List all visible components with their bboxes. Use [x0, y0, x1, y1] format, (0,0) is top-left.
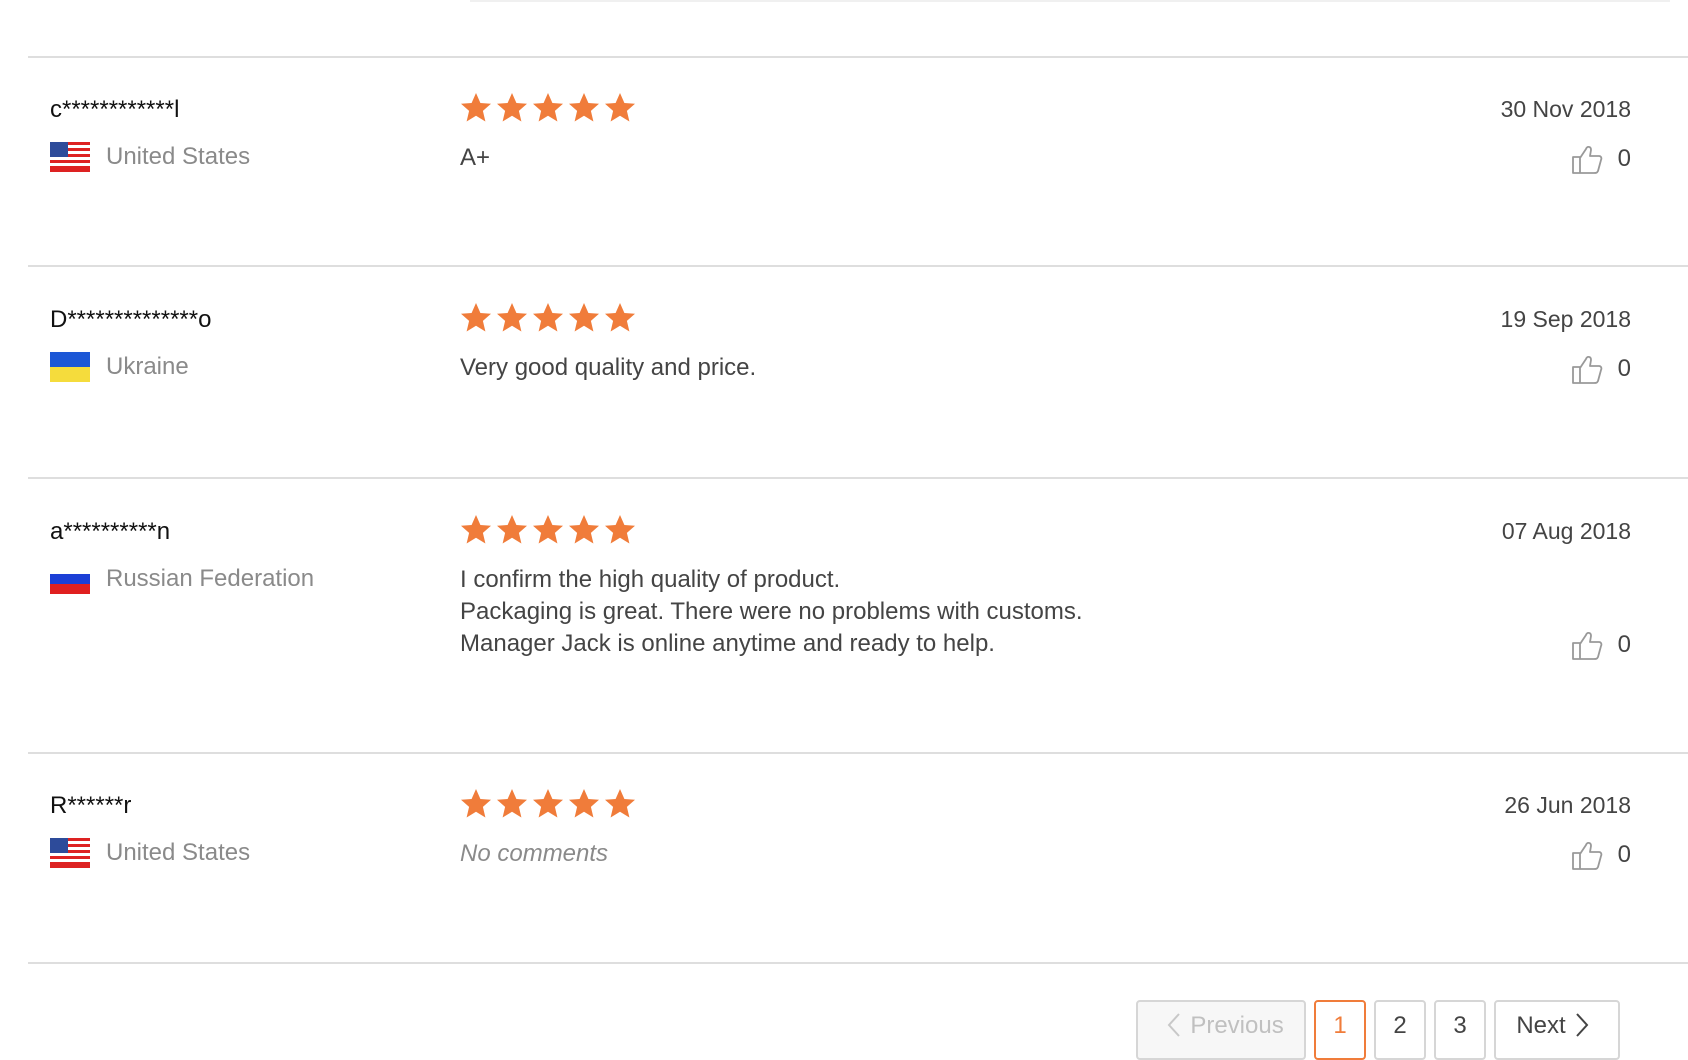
like-button[interactable]: 0 — [1570, 838, 1631, 872]
country-name: United States — [106, 839, 251, 866]
star-rating — [458, 300, 638, 336]
star-icon — [497, 93, 527, 122]
us-flag-icon — [50, 142, 90, 172]
country-name: Ukraine — [106, 353, 189, 380]
pagination: Previous 1 2 3 Next — [1136, 1000, 1628, 1060]
comment-line: No comments — [460, 840, 609, 867]
reviewer-name: a**********n — [50, 518, 171, 545]
country-name: United States — [106, 143, 251, 170]
thumbs-up-icon[interactable] — [1570, 838, 1604, 872]
ukraine-flag-icon — [50, 352, 90, 382]
comment-line: A+ — [460, 144, 491, 171]
next-label: Next — [1516, 1012, 1566, 1039]
review-date: 07 Aug 2018 — [1501, 518, 1631, 544]
thumbs-up-icon[interactable] — [1570, 628, 1604, 662]
like-count: 0 — [1617, 631, 1631, 658]
star-icon — [533, 93, 563, 122]
country-name: Russian Federation — [106, 565, 315, 592]
chevron-right-icon — [1575, 1013, 1589, 1037]
like-count: 0 — [1617, 841, 1631, 868]
like-button[interactable]: 0 — [1570, 352, 1631, 386]
like-button[interactable]: 0 — [1570, 628, 1631, 662]
divider — [28, 752, 1688, 754]
review-comment: I confirm the high quality of product. P… — [460, 564, 1083, 660]
page-1-button[interactable]: 1 — [1314, 1000, 1366, 1060]
like-button[interactable]: 0 — [1570, 142, 1631, 176]
divider — [28, 265, 1688, 267]
reviewer-name: R******r — [50, 792, 132, 819]
reviewer-name: D**************o — [50, 306, 212, 333]
comment-line: Very good quality and price. — [460, 354, 757, 381]
star-icon — [605, 789, 635, 818]
star-icon — [533, 515, 563, 544]
thumbs-up-icon[interactable] — [1570, 352, 1604, 386]
us-flag-icon — [50, 838, 90, 868]
comment-line: Packaging is great. There were no proble… — [460, 598, 1083, 625]
review-comment: A+ — [460, 142, 490, 174]
star-icon — [605, 303, 635, 332]
comment-line: I confirm the high quality of product. — [460, 566, 841, 593]
top-edge-line — [470, 0, 1670, 2]
reviewer-name: c************l — [50, 96, 180, 123]
star-icon — [497, 789, 527, 818]
star-icon — [533, 303, 563, 332]
reviewer-country: United States — [50, 142, 250, 172]
divider — [28, 477, 1688, 479]
russia-flag-icon — [50, 564, 90, 594]
star-icon — [497, 515, 527, 544]
next-page-button[interactable]: Next — [1494, 1000, 1620, 1060]
divider — [28, 962, 1688, 964]
page-3-button[interactable]: 3 — [1434, 1000, 1486, 1060]
reviewer-country: United States — [50, 838, 250, 868]
comment-line: Manager Jack is online anytime and ready… — [460, 630, 995, 657]
page-2-button[interactable]: 2 — [1374, 1000, 1426, 1060]
star-icon — [461, 515, 491, 544]
divider — [28, 56, 1688, 58]
star-icon — [605, 515, 635, 544]
star-icon — [605, 93, 635, 122]
star-icon — [533, 789, 563, 818]
thumbs-up-icon[interactable] — [1570, 142, 1604, 176]
review-date: 19 Sep 2018 — [1500, 306, 1631, 332]
like-count: 0 — [1617, 145, 1631, 172]
review-date: 26 Jun 2018 — [1504, 792, 1631, 818]
star-icon — [461, 303, 491, 332]
previous-page-button[interactable]: Previous — [1136, 1000, 1306, 1060]
star-icon — [497, 303, 527, 332]
star-icon — [461, 789, 491, 818]
star-icon — [569, 789, 599, 818]
like-count: 0 — [1617, 355, 1631, 382]
review-comment: Very good quality and price. — [460, 352, 756, 384]
reviewer-country: Ukraine — [50, 352, 189, 382]
chevron-left-icon — [1167, 1013, 1181, 1037]
reviewer-country: Russian Federation — [50, 564, 314, 594]
star-icon — [569, 303, 599, 332]
star-icon — [569, 515, 599, 544]
star-rating — [458, 90, 638, 126]
star-rating — [458, 786, 638, 822]
previous-label: Previous — [1190, 1012, 1284, 1039]
star-icon — [569, 93, 599, 122]
star-rating — [458, 512, 638, 548]
star-icon — [461, 93, 491, 122]
review-date: 30 Nov 2018 — [1500, 96, 1631, 122]
review-comment: No comments — [460, 838, 608, 870]
